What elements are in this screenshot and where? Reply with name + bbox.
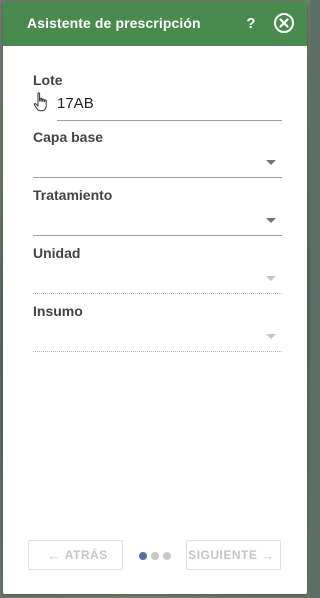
step-dot-3 xyxy=(163,552,171,560)
insumo-select[interactable]: Insumo xyxy=(33,303,282,355)
help-icon[interactable]: ? xyxy=(243,14,259,34)
chevron-down-icon[interactable] xyxy=(266,334,276,339)
unidad-select[interactable]: Unidad xyxy=(33,245,282,297)
chevron-down-icon[interactable] xyxy=(266,276,276,281)
unidad-label: Unidad xyxy=(33,245,81,261)
unidad-underline xyxy=(33,293,282,294)
capa-base-underline xyxy=(33,177,282,178)
back-button-label: ATRÁS xyxy=(64,548,108,562)
step-dot-1 xyxy=(139,552,147,560)
hand-pointer-icon xyxy=(33,92,49,112)
step-dot-2 xyxy=(151,552,159,560)
prescription-wizard-dialog: Asistente de prescripción ? Lote Capa ba… xyxy=(3,2,307,594)
chevron-down-icon[interactable] xyxy=(266,218,276,223)
step-indicator xyxy=(139,552,171,560)
lote-underline xyxy=(57,120,282,121)
back-button[interactable]: ← ATRÁS xyxy=(28,540,123,570)
dialog-header: Asistente de prescripción ? xyxy=(3,2,307,46)
tratamiento-select[interactable]: Tratamiento xyxy=(33,187,282,239)
lote-label: Lote xyxy=(33,72,63,88)
arrow-right-icon: → xyxy=(261,547,275,563)
close-icon[interactable] xyxy=(273,12,295,34)
insumo-label: Insumo xyxy=(33,303,83,319)
dialog-title: Asistente de prescripción xyxy=(27,15,201,31)
lote-input[interactable] xyxy=(57,92,281,114)
next-button-label: SIGUIENTE xyxy=(188,548,258,562)
tratamiento-underline xyxy=(33,235,282,236)
tratamiento-label: Tratamiento xyxy=(33,187,113,203)
lote-field: Lote xyxy=(33,72,282,124)
capa-base-label: Capa base xyxy=(33,129,104,145)
arrow-left-icon: ← xyxy=(47,547,61,563)
insumo-underline xyxy=(33,351,282,352)
wizard-footer: ← ATRÁS SIGUIENTE → xyxy=(3,540,307,574)
chevron-down-icon[interactable] xyxy=(266,160,276,165)
next-button[interactable]: SIGUIENTE → xyxy=(186,540,281,570)
capa-base-select[interactable]: Capa base xyxy=(33,129,282,181)
